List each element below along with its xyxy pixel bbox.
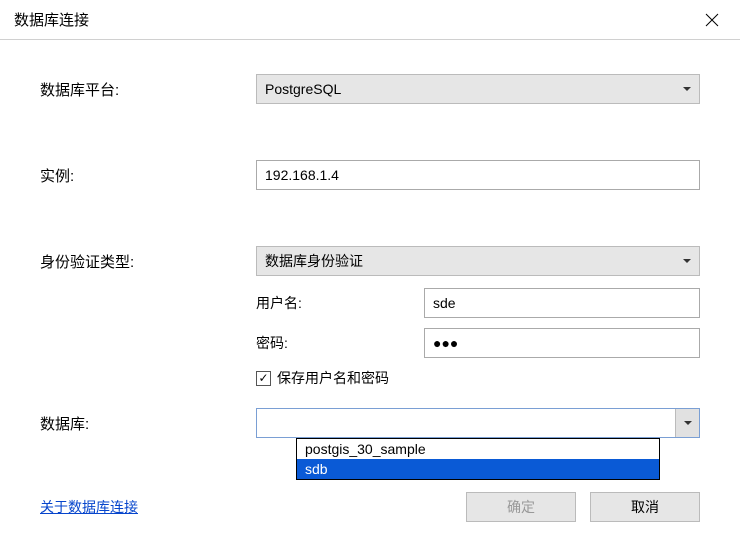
row-authtype: 身份验证类型: 数据库身份验证 — [40, 246, 700, 276]
button-row: 关于数据库连接 确定 取消 — [40, 492, 700, 522]
authtype-value: 数据库身份验证 — [265, 251, 363, 271]
chevron-down-icon — [684, 421, 692, 425]
row-username: 用户名: — [256, 288, 700, 318]
database-combobox[interactable] — [256, 408, 700, 438]
about-link[interactable]: 关于数据库连接 — [40, 497, 138, 517]
label-password: 密码: — [256, 333, 424, 353]
close-icon — [705, 13, 719, 27]
row-platform: 数据库平台: PostgreSQL — [40, 74, 700, 104]
platform-value: PostgreSQL — [265, 81, 341, 97]
dropdown-option[interactable]: postgis_30_sample — [297, 439, 659, 459]
database-dropdown-list[interactable]: postgis_30_samplesdb — [296, 438, 660, 480]
row-instance: 实例: — [40, 160, 700, 190]
authtype-select[interactable]: 数据库身份验证 — [256, 246, 700, 276]
dialog-content: 数据库平台: PostgreSQL 实例: 身份验证类型: 数据库身份验证 用户… — [0, 40, 740, 542]
button-group: 确定 取消 — [466, 492, 700, 522]
password-input[interactable] — [424, 328, 700, 358]
chevron-down-icon — [683, 259, 691, 263]
ok-button[interactable]: 确定 — [466, 492, 576, 522]
label-username: 用户名: — [256, 293, 424, 313]
label-instance: 实例: — [40, 165, 256, 186]
label-savecreds: 保存用户名和密码 — [277, 368, 389, 388]
row-password: 密码: — [256, 328, 700, 358]
username-input[interactable] — [424, 288, 700, 318]
instance-input[interactable] — [256, 160, 700, 190]
platform-select[interactable]: PostgreSQL — [256, 74, 700, 104]
window-title: 数据库连接 — [14, 9, 89, 30]
dropdown-option[interactable]: sdb — [297, 459, 659, 479]
cancel-button[interactable]: 取消 — [590, 492, 700, 522]
row-savecreds[interactable]: ✓ 保存用户名和密码 — [256, 368, 700, 388]
close-button[interactable] — [698, 6, 726, 34]
chevron-down-icon — [683, 87, 691, 91]
auth-section: 用户名: 密码: ✓ 保存用户名和密码 — [256, 288, 700, 388]
row-database: 数据库: — [40, 408, 700, 438]
savecreds-checkbox[interactable]: ✓ — [256, 371, 271, 386]
database-input[interactable] — [257, 409, 675, 437]
database-dropdown-button[interactable] — [675, 409, 699, 437]
titlebar: 数据库连接 — [0, 0, 740, 40]
label-platform: 数据库平台: — [40, 79, 256, 100]
label-database: 数据库: — [40, 413, 256, 434]
check-icon: ✓ — [258, 372, 268, 384]
label-authtype: 身份验证类型: — [40, 251, 256, 272]
